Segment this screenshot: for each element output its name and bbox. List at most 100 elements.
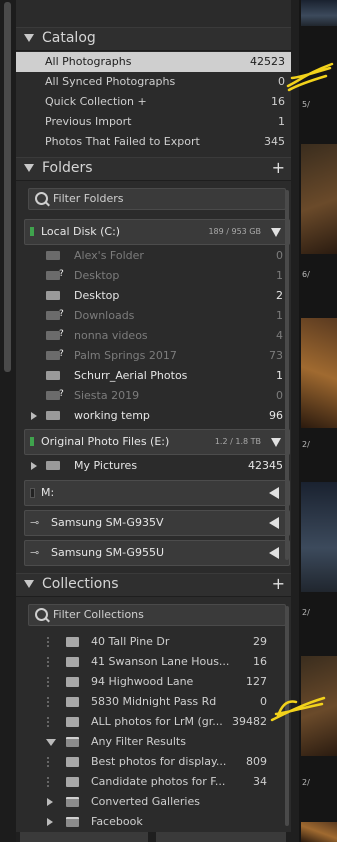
thumbnail[interactable] bbox=[301, 822, 337, 842]
collection-set-icon bbox=[66, 817, 79, 827]
volume-menu-icon[interactable] bbox=[271, 438, 281, 447]
collection-item[interactable]: Candidate photos for F... 34 bbox=[16, 772, 291, 792]
add-collection-icon[interactable]: + bbox=[272, 574, 285, 593]
collection-icon bbox=[66, 677, 79, 687]
thumbnail[interactable] bbox=[301, 318, 337, 428]
folder-item[interactable]: ? Siesta 2019 0 bbox=[16, 386, 291, 406]
folder-count: 42345 bbox=[248, 459, 283, 472]
collection-icon bbox=[66, 697, 79, 707]
expand-triangle-icon[interactable] bbox=[31, 412, 37, 420]
filter-collections-placeholder: Filter Collections bbox=[53, 608, 144, 621]
collection-icon bbox=[66, 637, 79, 647]
filter-folders-input[interactable]: Filter Folders bbox=[28, 188, 286, 210]
search-icon bbox=[35, 192, 48, 205]
volume-menu-icon[interactable] bbox=[269, 547, 279, 559]
thumbnail[interactable] bbox=[301, 144, 337, 254]
collection-set-icon bbox=[66, 797, 79, 807]
volume-menu-icon[interactable] bbox=[271, 228, 281, 237]
catalog-header[interactable]: Catalog bbox=[16, 27, 291, 51]
expand-triangle-icon[interactable] bbox=[31, 462, 37, 470]
folder-count: 73 bbox=[269, 349, 283, 362]
export-button[interactable] bbox=[156, 832, 286, 842]
folder-item[interactable]: Desktop 2 bbox=[16, 286, 291, 306]
folders-scrollbar[interactable] bbox=[285, 190, 289, 560]
catalog-item-all-synced[interactable]: All Synced Photographs 0 bbox=[16, 72, 291, 92]
catalog-item-quick-collection[interactable]: Quick Collection + 16 bbox=[16, 92, 291, 112]
catalog-item-label: Photos That Failed to Export bbox=[45, 135, 200, 148]
folder-item[interactable]: ? Palm Springs 2017 73 bbox=[16, 346, 291, 366]
thumbnail[interactable] bbox=[301, 0, 337, 26]
collection-label: Any Filter Results bbox=[91, 735, 186, 748]
folder-item[interactable]: ? nonna videos 4 bbox=[16, 326, 291, 346]
collection-item[interactable]: Best photos for display... 809 bbox=[16, 752, 291, 772]
folder-count: 1 bbox=[276, 309, 283, 322]
catalog-item-count: 42523 bbox=[250, 55, 285, 68]
folder-label: nonna videos bbox=[74, 329, 148, 342]
collection-label: ALL photos for LrM (gr... bbox=[91, 715, 223, 728]
missing-folder-icon: ? bbox=[59, 309, 64, 319]
folder-count: 1 bbox=[276, 369, 283, 382]
expand-triangle-icon[interactable] bbox=[47, 818, 53, 826]
folder-label: working temp bbox=[74, 409, 150, 422]
expand-triangle-icon[interactable] bbox=[47, 798, 53, 806]
missing-folder-icon: ? bbox=[59, 349, 64, 359]
catalog-item-all-photographs[interactable]: All Photographs 42523 bbox=[16, 52, 291, 72]
collection-set[interactable]: Any Filter Results bbox=[16, 732, 291, 752]
volume-size: 189 / 953 GB bbox=[208, 227, 261, 236]
folder-icon bbox=[46, 331, 60, 340]
missing-folder-icon: ? bbox=[59, 389, 64, 399]
drag-handle-icon bbox=[47, 697, 53, 707]
catalog-item-failed-export[interactable]: Photos That Failed to Export 345 bbox=[16, 132, 291, 152]
volume-name: Original Photo Files (E:) bbox=[41, 435, 170, 448]
folders-header[interactable]: Folders + bbox=[16, 157, 291, 181]
left-scrollbar[interactable] bbox=[0, 0, 16, 842]
smart-collection-icon bbox=[66, 757, 79, 767]
collection-item[interactable]: ALL photos for LrM (gr... 39482 bbox=[16, 712, 291, 732]
collection-count: 29 bbox=[253, 635, 267, 648]
folder-count: 1 bbox=[276, 269, 283, 282]
volume-name: Local Disk (C:) bbox=[41, 225, 121, 238]
volume-name: Samsung SM-G935V bbox=[51, 516, 164, 529]
collection-set-icon bbox=[66, 737, 79, 747]
volume-m[interactable]: M: bbox=[24, 480, 290, 506]
folder-item[interactable]: ? Desktop 1 bbox=[16, 266, 291, 286]
import-button[interactable] bbox=[20, 832, 148, 842]
folder-item[interactable]: working temp 96 bbox=[16, 406, 291, 426]
thumbnail-date: 2/ bbox=[302, 608, 310, 617]
folder-icon bbox=[46, 271, 60, 280]
folder-item[interactable]: Alex's Folder 0 bbox=[16, 246, 291, 266]
folder-item[interactable]: Schurr_Aerial Photos 1 bbox=[16, 366, 291, 386]
collections-header[interactable]: Collections + bbox=[16, 573, 291, 597]
missing-folder-icon: ? bbox=[59, 329, 64, 339]
folder-count: 2 bbox=[276, 289, 283, 302]
collapse-triangle-icon[interactable] bbox=[24, 580, 34, 588]
filter-collections-input[interactable]: Filter Collections bbox=[28, 604, 286, 626]
thumbnail[interactable] bbox=[301, 482, 337, 592]
collection-item[interactable]: 41 Swanson Lane Hous... 16 bbox=[16, 652, 291, 672]
drag-handle-icon bbox=[47, 717, 53, 727]
collapse-triangle-icon[interactable] bbox=[46, 739, 56, 746]
folder-item[interactable]: ? Downloads 1 bbox=[16, 306, 291, 326]
volume-menu-icon[interactable] bbox=[269, 487, 279, 499]
collection-set[interactable]: Converted Galleries bbox=[16, 792, 291, 812]
collection-item[interactable]: 94 Highwood Lane 127 bbox=[16, 672, 291, 692]
collection-item[interactable]: 5830 Midnight Pass Rd 0 bbox=[16, 692, 291, 712]
volume-local-disk-c[interactable]: Local Disk (C:) 189 / 953 GB bbox=[24, 219, 290, 245]
left-scrollbar-thumb[interactable] bbox=[4, 2, 11, 372]
catalog-item-previous-import[interactable]: Previous Import 1 bbox=[16, 112, 291, 132]
add-folder-icon[interactable]: + bbox=[272, 158, 285, 177]
volume-original-photo-files-e[interactable]: Original Photo Files (E:) 1.2 / 1.8 TB bbox=[24, 429, 290, 455]
collection-item[interactable]: 40 Tall Pine Dr 29 bbox=[16, 632, 291, 652]
folder-item[interactable]: My Pictures 42345 bbox=[16, 456, 291, 476]
volume-samsung-g935v[interactable]: ⊸ Samsung SM-G935V bbox=[24, 510, 290, 536]
volume-menu-icon[interactable] bbox=[269, 517, 279, 529]
volume-samsung-g955u[interactable]: ⊸ Samsung SM-G955U bbox=[24, 540, 290, 566]
folder-icon bbox=[46, 371, 60, 380]
drag-handle-icon bbox=[47, 777, 53, 787]
volume-name: Samsung SM-G955U bbox=[51, 546, 165, 559]
folder-icon bbox=[46, 251, 60, 260]
collection-set[interactable]: Facebook bbox=[16, 812, 291, 832]
volume-name: M: bbox=[41, 486, 55, 499]
collapse-triangle-icon[interactable] bbox=[24, 164, 34, 172]
collapse-triangle-icon[interactable] bbox=[24, 34, 34, 42]
